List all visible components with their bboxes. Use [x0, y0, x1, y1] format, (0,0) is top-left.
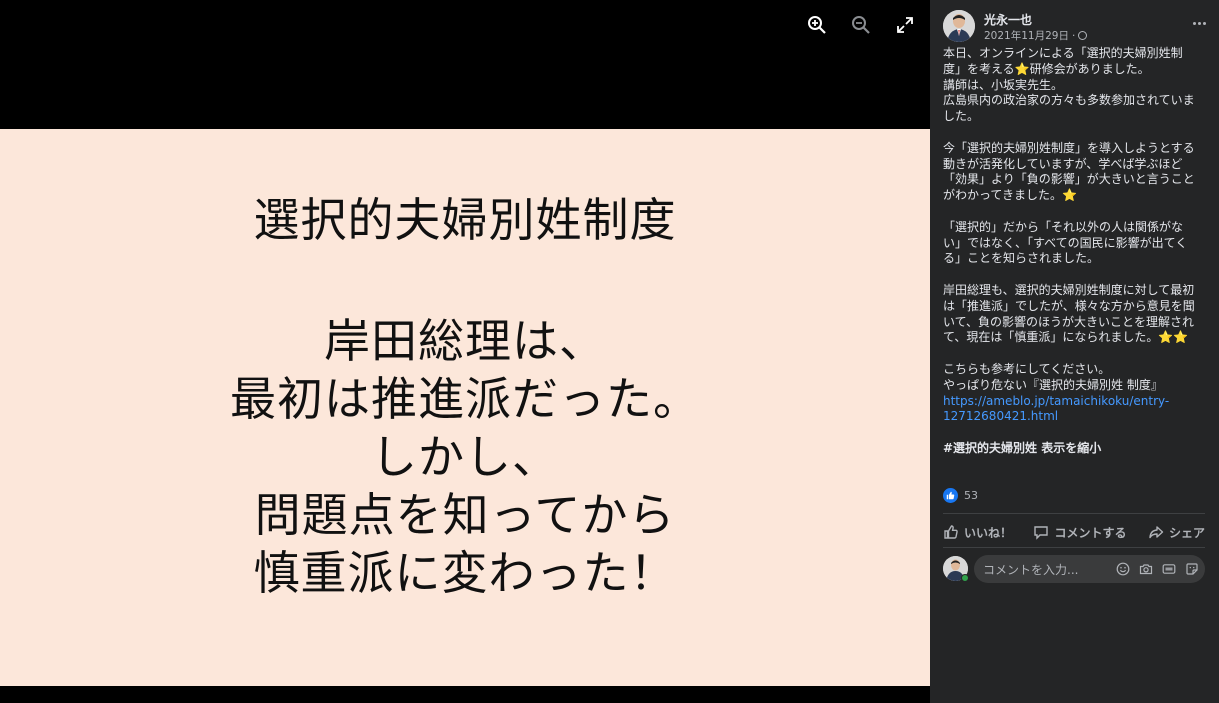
reaction-count: 53 [964, 489, 978, 502]
emoji-icon[interactable] [1115, 562, 1130, 577]
text-line: る」ことを知らされました。 [943, 251, 1100, 266]
zoom-out-icon[interactable] [850, 14, 872, 36]
post-text: 本日、オンラインによる「選択的夫婦別姓制 度」を考える⭐研修会がありました。 講… [943, 46, 1205, 457]
text-line: は「推進派」でしたが、様々な方から意見を聞 [943, 298, 1195, 313]
text-line: やっぱり危ない『選択的夫婦別姓 制度』 [943, 377, 1163, 392]
comment-placeholder: コメントを入力... [983, 562, 1079, 577]
text-line: がわかってきました。⭐ [943, 188, 1077, 203]
like-label: いいね！ [964, 525, 1013, 540]
thumbs-up-icon [944, 525, 958, 539]
divider [943, 513, 1205, 514]
photo-viewer: 選択的夫婦別姓制度 岸田総理は、 最初は推進派だった。 しかし、 問題点を知って… [0, 0, 930, 703]
gif-icon[interactable] [1161, 562, 1176, 577]
comment-label: コメントする [1054, 525, 1127, 540]
text-line: い」ではなく、「すべての国民に影響が出てく [943, 235, 1188, 250]
text-line: 「選択的」だから「それ以外の人は関係がな [943, 219, 1184, 234]
divider [943, 547, 1205, 548]
text-line: こちらも参考にしてください。 [943, 361, 1111, 376]
post-header: 光永一也 2021年11月29日 · [943, 10, 1209, 44]
post-date[interactable]: 2021年11月29日 [984, 28, 1069, 43]
post-link[interactable]: https://ameblo.jp/tamaichikoku/entry- 12… [943, 394, 1205, 426]
author-avatar[interactable] [943, 10, 975, 42]
text-line: いて、負の影響のほうが大きいことを理解され [943, 314, 1195, 329]
text-line: 本日、オンラインによる「選択的夫婦別姓制 [943, 46, 1183, 60]
post-meta: 2021年11月29日 · [984, 28, 1088, 43]
post-panel: 光永一也 2021年11月29日 · 本日、オンラインによる「選択的夫婦別姓制 … [930, 0, 1219, 703]
author-name[interactable]: 光永一也 [984, 11, 1032, 28]
text-line: 広島県内の政治家の方々も多数参加されていま [943, 93, 1195, 108]
slide-line: 岸田総理は、 [324, 314, 606, 368]
slide-line: しかし、 [371, 430, 559, 484]
comment-composer: コメントを入力... [943, 555, 1209, 585]
hashtag-see-less[interactable]: #選択的夫婦別姓 表示を縮小 [943, 441, 1205, 457]
slide-title: 選択的夫婦別姓制度 [253, 193, 677, 247]
fullscreen-icon[interactable] [894, 14, 916, 36]
post-paragraph: こちらも参考にしてください。 やっぱり危ない『選択的夫婦別姓 制度』 https… [943, 362, 1205, 425]
text-line: 今「選択的夫婦別姓制度」を導入しようとする [943, 140, 1195, 155]
text-line: 講師は、小坂実先生。 [943, 77, 1064, 92]
sticker-icon[interactable] [1184, 562, 1199, 577]
post-paragraph: 本日、オンラインによる「選択的夫婦別姓制 度」を考える⭐研修会がありました。 講… [943, 46, 1205, 125]
post-paragraph: 岸田総理も、選択的夫婦別姓制度に対して最初 は「推進派」でしたが、様々な方から意… [943, 283, 1205, 346]
share-arrow-icon [1149, 526, 1164, 539]
post-paragraph: 「選択的」だから「それ以外の人は関係がな い」ではなく、「すべての国民に影響が出… [943, 220, 1205, 267]
viewer-toolbar [806, 14, 916, 36]
text-line: 度」を考える⭐研修会がありました。 [943, 61, 1150, 76]
link-line: 12712680421.html [943, 409, 1059, 424]
text-line: した。 [943, 109, 980, 124]
slide-line: 問題点を知ってから [254, 488, 676, 542]
globe-icon [1078, 31, 1088, 40]
slide-line: 慎重派に変わった！ [253, 546, 677, 600]
like-reaction-icon [943, 488, 958, 503]
like-button[interactable]: いいね！ [943, 524, 1012, 541]
comment-button[interactable]: コメントする [1033, 524, 1127, 541]
text-line: 岸田総理も、選択的夫婦別姓制度に対して最初 [943, 282, 1195, 297]
text-line: 動きが活発化していますが、学べば学ぶほど [943, 156, 1183, 171]
post-paragraph: 今「選択的夫婦別姓制度」を導入しようとする 動きが活発化していますが、学べば学ぶ… [943, 141, 1205, 204]
reaction-summary[interactable]: 53 [943, 488, 978, 503]
zoom-in-icon[interactable] [806, 14, 828, 36]
post-actions: いいね！ コメントする シェア [943, 520, 1205, 544]
text-line: て、現在は「慎重派」になられました。⭐⭐ [943, 330, 1189, 345]
more-options-icon[interactable] [1189, 16, 1209, 30]
comment-input[interactable]: コメントを入力... [974, 555, 1205, 583]
share-button[interactable]: シェア [1148, 524, 1205, 541]
slide-body: 岸田総理は、 最初は推進派だった。 しかし、 問題点を知ってから 慎重派に変わっ… [0, 312, 930, 602]
online-status-dot [961, 574, 969, 582]
comment-bubble-icon [1034, 526, 1049, 540]
share-label: シェア [1168, 525, 1205, 540]
camera-icon[interactable] [1138, 562, 1153, 577]
link-line: https://ameblo.jp/tamaichikoku/entry- [943, 393, 1170, 408]
text-line: 「効果」より「負の影響」が大きいと言うこと [943, 172, 1195, 187]
slide-line: 最初は推進派だった。 [230, 372, 700, 426]
comment-tools [1115, 562, 1199, 577]
